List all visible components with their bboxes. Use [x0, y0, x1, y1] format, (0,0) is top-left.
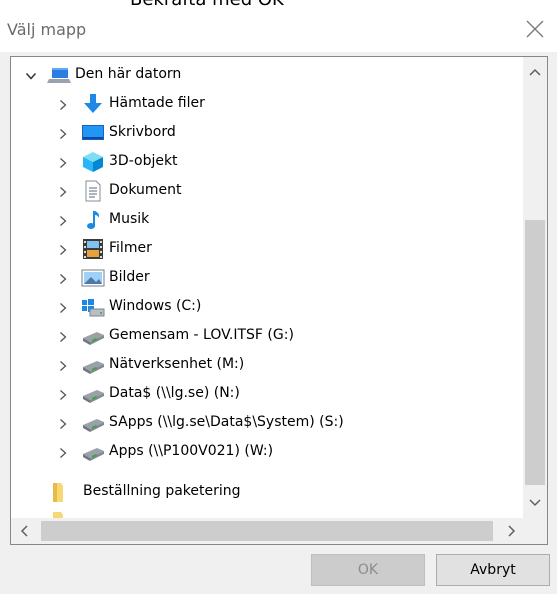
chevron-right-icon[interactable] — [57, 273, 69, 285]
computer-icon — [47, 68, 71, 83]
chevron-right-icon[interactable] — [57, 244, 69, 256]
scroll-left-arrow-icon[interactable] — [13, 519, 37, 543]
chevron-right-icon[interactable] — [57, 99, 69, 111]
folder-icon — [53, 483, 63, 502]
3d-cube-icon — [83, 152, 103, 172]
tree-item-windows-c[interactable]: Windows (C:) — [11, 293, 523, 322]
chevron-right-icon[interactable] — [57, 215, 69, 227]
horizontal-scrollbar[interactable] — [11, 518, 523, 544]
tree-item-partial — [11, 507, 523, 518]
tree-item-bilder[interactable]: Bilder — [11, 264, 523, 293]
chevron-down-icon[interactable] — [25, 70, 37, 82]
tree-item-sapps-s[interactable]: SApps (\\lg.se\Data$\System) (S:) — [11, 409, 523, 438]
network-drive-icon — [83, 419, 104, 432]
tree-item-label: Nätverksenhet (M:) — [109, 356, 245, 372]
chevron-right-icon[interactable] — [57, 418, 69, 430]
film-icon — [83, 239, 103, 259]
tree-item-label: Musik — [109, 211, 150, 227]
tree-item-label: Gemensam - LOV.ITSF (G:) — [109, 327, 294, 343]
tree-item-den-har-datorn[interactable]: Den här datorn — [11, 61, 523, 90]
windows-drive-icon — [82, 299, 105, 317]
tree-item-apps-w[interactable]: Apps (\\P100V021) (W:) — [11, 438, 523, 467]
tree-item-gemensam-g[interactable]: Gemensam - LOV.ITSF (G:) — [11, 322, 523, 351]
tree-item-musik[interactable]: Musik — [11, 206, 523, 235]
dialog-title: Välj mapp — [7, 20, 87, 39]
tree-item-label: 3D-objekt — [109, 153, 178, 169]
folder-tree-list: Den här datorn Hämtade filer Skrivbord 3… — [11, 57, 523, 518]
folder-picker-dialog: Bekräfta med OK Välj mapp Den här datorn — [0, 0, 557, 594]
folder-icon — [53, 512, 63, 518]
tree-item-natverksenhet-m[interactable]: Nätverksenhet (M:) — [11, 351, 523, 380]
folder-tree: Den här datorn Hämtade filer Skrivbord 3… — [10, 56, 548, 545]
tree-item-label: Dokument — [109, 182, 182, 198]
scrollbar-corner — [523, 518, 547, 544]
chevron-right-icon[interactable] — [57, 447, 69, 459]
pictures-icon — [81, 269, 105, 287]
tree-item-label: Apps (\\P100V021) (W:) — [109, 443, 274, 459]
network-drive-icon — [83, 448, 104, 461]
network-drive-icon — [83, 361, 104, 374]
download-arrow-icon — [84, 94, 102, 113]
horizontal-scroll-thumb[interactable] — [41, 521, 493, 541]
chevron-right-icon[interactable] — [57, 186, 69, 198]
tree-item-bestallning-paketering[interactable]: Beställning paketering — [11, 478, 523, 507]
scroll-down-arrow-icon[interactable] — [523, 490, 547, 514]
network-drive-icon — [83, 332, 104, 345]
tree-item-label: Den här datorn — [75, 66, 182, 82]
chevron-right-icon[interactable] — [57, 360, 69, 372]
vertical-scroll-thumb[interactable] — [525, 220, 545, 485]
vertical-scrollbar[interactable] — [523, 57, 547, 518]
scroll-right-arrow-icon[interactable] — [499, 519, 523, 543]
scroll-up-arrow-icon[interactable] — [523, 61, 547, 85]
tree-item-dokument[interactable]: Dokument — [11, 177, 523, 206]
tree-item-label: Windows (C:) — [109, 298, 202, 314]
tree-item-label: Bilder — [109, 269, 150, 285]
tree-item-label: Skrivbord — [109, 124, 176, 140]
chevron-right-icon[interactable] — [57, 302, 69, 314]
chevron-right-icon[interactable] — [57, 389, 69, 401]
tree-item-label: Filmer — [109, 240, 152, 256]
tree-item-label: SApps (\\lg.se\Data$\System) (S:) — [109, 414, 344, 430]
ok-button[interactable]: OK — [311, 554, 425, 586]
instruction-text: Bekräfta med OK — [130, 0, 284, 10]
cancel-button[interactable]: Avbryt — [436, 554, 550, 586]
tree-item-label: Data$ (\\lg.se) (N:) — [109, 385, 240, 401]
tree-item-label: Hämtade filer — [109, 95, 205, 111]
tree-item-3d-objekt[interactable]: 3D-objekt — [11, 148, 523, 177]
tree-item-skrivbord[interactable]: Skrivbord — [11, 119, 523, 148]
close-icon[interactable] — [520, 14, 550, 44]
tree-item-data-n[interactable]: Data$ (\\lg.se) (N:) — [11, 380, 523, 409]
chevron-right-icon[interactable] — [57, 128, 69, 140]
network-drive-icon — [83, 390, 104, 403]
desktop-icon — [82, 125, 104, 140]
document-icon — [85, 180, 101, 202]
tree-item-hamtade-filer[interactable]: Hämtade filer — [11, 90, 523, 119]
music-note-icon — [87, 211, 100, 229]
tree-item-filmer[interactable]: Filmer — [11, 235, 523, 264]
tree-item-label: Beställning paketering — [83, 483, 241, 499]
chevron-right-icon[interactable] — [57, 331, 69, 343]
chevron-right-icon[interactable] — [57, 157, 69, 169]
